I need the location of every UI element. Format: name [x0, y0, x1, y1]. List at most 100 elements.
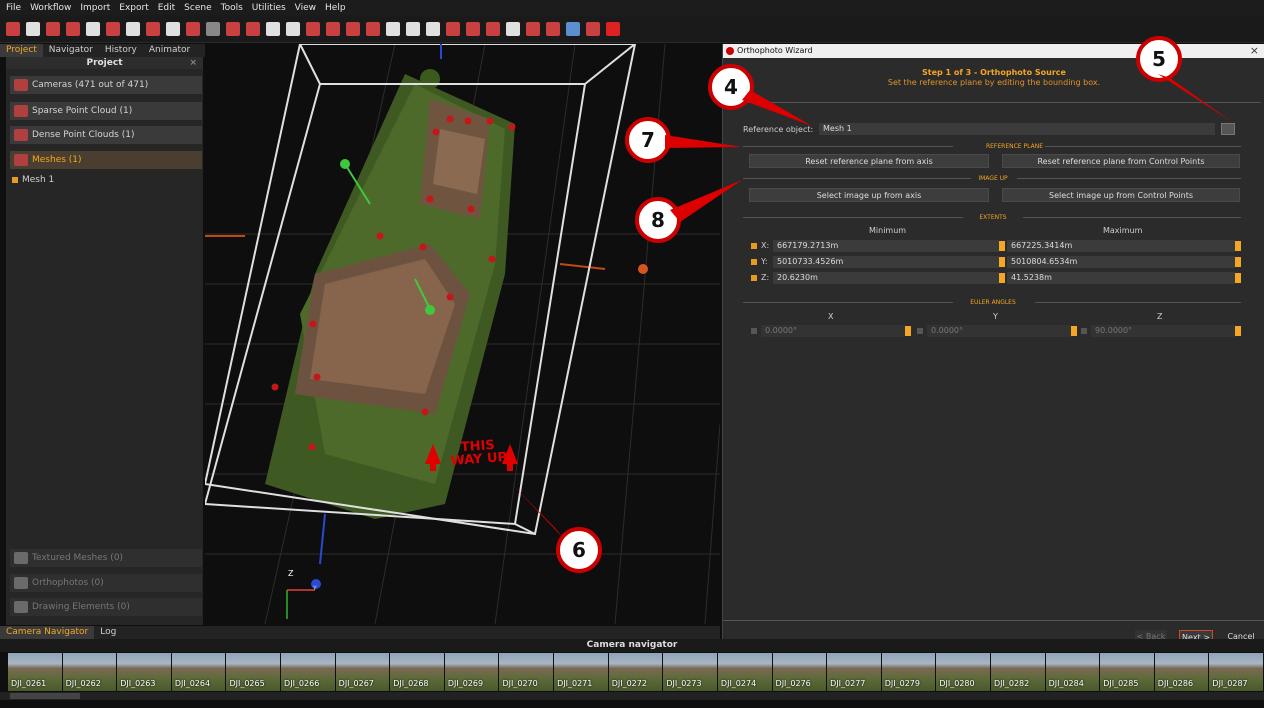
- toolbar-tool-icon[interactable]: [466, 21, 480, 36]
- camera-thumbnail[interactable]: DJI_0277: [827, 653, 882, 691]
- camera-thumbnail[interactable]: DJI_0284: [1045, 653, 1101, 691]
- camera-thumbnail[interactable]: DJI_0268: [390, 653, 445, 691]
- euler-x-checkbox[interactable]: [751, 328, 757, 334]
- euler-y-field[interactable]: 0.0000°: [927, 325, 1071, 337]
- toolbar-tool-icon[interactable]: [6, 21, 20, 36]
- extent-y-min-field[interactable]: 5010733.4526m: [773, 256, 999, 268]
- toolbar-tool-icon[interactable]: [366, 21, 380, 36]
- project-item-drawing-elements[interactable]: Drawing Elements (0): [10, 598, 202, 616]
- toolbar-tool-icon[interactable]: [506, 21, 520, 36]
- camera-thumbnail[interactable]: DJI_0282: [990, 653, 1046, 691]
- extent-z-checkbox[interactable]: [751, 275, 757, 281]
- toolbar-tool-icon[interactable]: [526, 21, 540, 36]
- mesh-child-item[interactable]: Mesh 1: [12, 175, 54, 185]
- toolbar-tool-icon[interactable]: [226, 21, 240, 36]
- menu-utilities[interactable]: Utilities: [252, 3, 286, 13]
- toolbar-tool-icon[interactable]: [106, 21, 120, 36]
- panel-close-icon[interactable]: ×: [189, 57, 197, 69]
- euler-x-field[interactable]: 0.0000°: [761, 325, 905, 337]
- extent-x-max-spinner[interactable]: [1235, 241, 1241, 251]
- toolbar-tool-icon[interactable]: [486, 21, 500, 36]
- extent-x-min-field[interactable]: 667179.2713m: [773, 240, 999, 252]
- camera-thumbnail[interactable]: DJI_0287: [1209, 653, 1264, 691]
- tab-history[interactable]: History: [99, 44, 143, 57]
- camera-thumbnail[interactable]: DJI_0271: [554, 653, 609, 691]
- camera-thumbnail[interactable]: DJI_0270: [499, 653, 555, 691]
- image-up-control-points-button[interactable]: Select image up from Control Points: [1002, 188, 1240, 202]
- camera-thumbnail[interactable]: DJI_0262: [62, 653, 118, 691]
- project-item-dense-cloud[interactable]: Dense Point Clouds (1): [10, 126, 202, 144]
- menu-view[interactable]: View: [295, 3, 316, 13]
- toolbar-tool-icon[interactable]: [246, 21, 260, 36]
- menu-scene[interactable]: Scene: [184, 3, 211, 13]
- toolbar-tool-icon[interactable]: [186, 21, 200, 36]
- camera-thumbnail[interactable]: DJI_0269: [444, 653, 500, 691]
- extent-y-checkbox[interactable]: [751, 259, 757, 265]
- tab-camera-navigator[interactable]: Camera Navigator: [0, 626, 95, 639]
- thumbnail-scrollbar[interactable]: [0, 692, 1264, 700]
- reference-object-picker-icon[interactable]: [1221, 123, 1235, 135]
- extent-z-min-field[interactable]: 20.6230m: [773, 272, 999, 284]
- axis-handle-green[interactable]: [425, 305, 435, 315]
- toolbar-tool-icon[interactable]: [26, 21, 40, 36]
- extent-y-max-spinner[interactable]: [1235, 257, 1241, 267]
- camera-thumbnail[interactable]: DJI_0266: [281, 653, 336, 691]
- camera-thumbnail[interactable]: DJI_0279: [881, 653, 937, 691]
- menu-tools[interactable]: Tools: [221, 3, 243, 13]
- project-item-textured-meshes[interactable]: Textured Meshes (0): [10, 549, 202, 567]
- reference-object-field[interactable]: Mesh 1: [819, 123, 1215, 135]
- toolbar-tool-icon[interactable]: [46, 21, 60, 36]
- camera-thumbnail[interactable]: DJI_0272: [608, 653, 664, 691]
- camera-thumbnail[interactable]: DJI_0267: [335, 653, 391, 691]
- toolbar-tool-icon[interactable]: [266, 21, 280, 36]
- toolbar-tool-icon[interactable]: [406, 21, 420, 36]
- toolbar-tool-icon[interactable]: [166, 21, 180, 36]
- toolbar-tool-icon[interactable]: [546, 21, 560, 36]
- toolbar-tool-icon[interactable]: [606, 21, 620, 36]
- euler-y-spinner[interactable]: [1071, 326, 1077, 336]
- extent-x-max-field[interactable]: 667225.3414m: [1007, 240, 1235, 252]
- toolbar-tool-icon[interactable]: [326, 21, 340, 36]
- euler-x-spinner[interactable]: [905, 326, 911, 336]
- menu-workflow[interactable]: Workflow: [30, 3, 71, 13]
- menu-import[interactable]: Import: [80, 3, 110, 13]
- extent-z-min-spinner[interactable]: [999, 273, 1005, 283]
- toolbar-tool-icon[interactable]: [386, 21, 400, 36]
- project-item-cameras[interactable]: Cameras (471 out of 471): [10, 76, 202, 94]
- toolbar-tool-icon[interactable]: [126, 21, 140, 36]
- tab-animator[interactable]: Animator: [143, 44, 196, 57]
- project-item-sparse-cloud[interactable]: Sparse Point Cloud (1): [10, 102, 202, 120]
- euler-z-spinner[interactable]: [1235, 326, 1241, 336]
- toolbar-tool-icon[interactable]: [206, 21, 220, 36]
- wizard-close-icon[interactable]: ×: [1250, 44, 1259, 58]
- extent-x-checkbox[interactable]: [751, 243, 757, 249]
- toolbar-tool-icon[interactable]: [566, 21, 580, 36]
- euler-z-checkbox[interactable]: [1081, 328, 1087, 334]
- toolbar-tool-icon[interactable]: [306, 21, 320, 36]
- menu-help[interactable]: Help: [325, 3, 346, 13]
- project-item-meshes[interactable]: Meshes (1): [10, 151, 202, 169]
- camera-thumbnail[interactable]: DJI_0264: [171, 653, 227, 691]
- camera-thumbnail[interactable]: DJI_0274: [717, 653, 773, 691]
- project-item-orthophotos[interactable]: Orthophotos (0): [10, 574, 202, 592]
- camera-thumbnail[interactable]: DJI_0286: [1154, 653, 1210, 691]
- extent-y-min-spinner[interactable]: [999, 257, 1005, 267]
- toolbar-tool-icon[interactable]: [346, 21, 360, 36]
- toolbar-tool-icon[interactable]: [86, 21, 100, 36]
- menu-export[interactable]: Export: [119, 3, 148, 13]
- toolbar-tool-icon[interactable]: [146, 21, 160, 36]
- extent-y-max-field[interactable]: 5010804.6534m: [1007, 256, 1235, 268]
- reset-plane-control-points-button[interactable]: Reset reference plane from Control Point…: [1002, 154, 1240, 168]
- toolbar-tool-icon[interactable]: [286, 21, 300, 36]
- menu-edit[interactable]: Edit: [158, 3, 175, 13]
- camera-thumbnail[interactable]: DJI_0276: [772, 653, 828, 691]
- camera-thumbnail[interactable]: DJI_0273: [663, 653, 718, 691]
- camera-thumbnail[interactable]: DJI_0285: [1100, 653, 1155, 691]
- reset-plane-axis-button[interactable]: Reset reference plane from axis: [749, 154, 989, 168]
- extent-x-min-spinner[interactable]: [999, 241, 1005, 251]
- tab-log[interactable]: Log: [94, 626, 122, 639]
- camera-thumbnail[interactable]: DJI_0263: [117, 653, 172, 691]
- tab-project[interactable]: Project: [0, 44, 43, 57]
- camera-thumbnail[interactable]: DJI_0261: [8, 653, 63, 691]
- tab-navigator[interactable]: Navigator: [43, 44, 99, 57]
